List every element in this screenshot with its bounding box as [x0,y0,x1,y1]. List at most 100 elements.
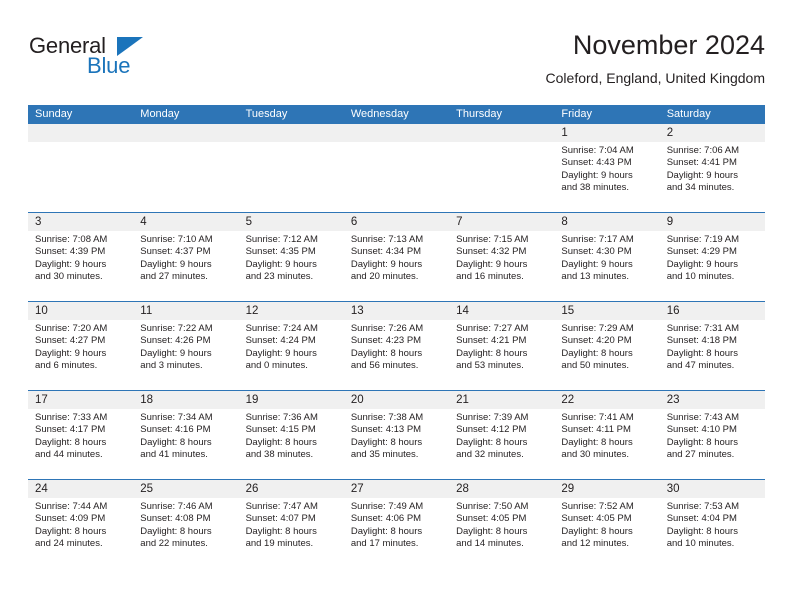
day-cell[interactable]: 30 Sunrise: 7:53 AM Sunset: 4:04 PM Dayligh… [659,480,765,568]
day-cell[interactable]: 17 Sunrise: 7:33 AM Sunset: 4:17 PM Dayligh… [28,391,134,479]
day-cell[interactable]: 7 Sunrise: 7:15 AM Sunset: 4:32 PM Daylight… [449,213,555,301]
daylight-text-line1: Daylight: 8 hours [35,525,107,537]
day-number: 7 [449,213,555,231]
day-cell[interactable]: 16 Sunrise: 7:31 AM Sunset: 4:18 PM Dayligh… [659,302,765,390]
daylight-text-line2: and 34 minutes. [666,182,735,194]
daylight-text-line2: and 19 minutes. [245,538,314,550]
day-cell[interactable]: 5 Sunrise: 7:12 AM Sunset: 4:35 PM Daylight… [238,213,344,301]
day-details: Sunrise: 7:46 AM Sunset: 4:08 PM Daylight:… [133,498,238,551]
day-cell[interactable]: 21 Sunrise: 7:39 AM Sunset: 4:12 PM Dayligh… [449,391,555,479]
day-details: Sunrise: 7:52 AM Sunset: 4:05 PM Daylight:… [554,498,659,551]
day-cell[interactable]: 20 Sunrise: 7:38 AM Sunset: 4:13 PM Dayligh… [343,391,450,479]
logo-text-blue: Blue [87,53,131,78]
day-details: Sunrise: 7:36 AM Sunset: 4:15 PM Daylight:… [239,409,344,462]
day-cell[interactable]: 23 Sunrise: 7:43 AM Sunset: 4:10 PM Dayligh… [659,391,765,479]
daylight-text-line1: Daylight: 9 hours [140,347,212,359]
day-details: Sunrise: 7:10 AM Sunset: 4:37 PM Daylight:… [133,231,238,284]
day-cell[interactable]: 24 Sunrise: 7:44 AM Sunset: 4:09 PM Dayligh… [28,480,134,568]
day-details: Sunrise: 7:41 AM Sunset: 4:11 PM Daylight:… [554,409,659,462]
day-cell[interactable]: 19 Sunrise: 7:36 AM Sunset: 4:15 PM Dayligh… [238,391,344,479]
day-details [239,142,344,145]
sunset-text: Sunset: 4:07 PM [245,513,316,525]
sunset-text: Sunset: 4:41 PM [666,157,737,169]
day-number: 19 [238,391,344,409]
title-block: November 2024 Coleford, England, United … [546,28,765,89]
day-details: Sunrise: 7:38 AM Sunset: 4:13 PM Daylight:… [344,409,449,462]
daylight-text-line2: and 41 minutes. [140,449,208,461]
general-blue-logo[interactable]: General Blue [28,33,258,89]
daylight-text-line2: and 10 minutes. [666,271,735,283]
sunrise-text: Sunrise: 7:34 AM [140,412,213,423]
sunrise-text: Sunrise: 7:13 AM [350,234,424,245]
day-cell[interactable]: 18 Sunrise: 7:34 AM Sunset: 4:16 PM Dayligh… [133,391,239,479]
day-cell[interactable]: 26 Sunrise: 7:47 AM Sunset: 4:07 PM Dayligh… [238,480,344,568]
daylight-text-line1: Daylight: 9 hours [350,258,423,270]
day-cell[interactable]: 1 Sunrise: 7:04 AM Sunset: 4:43 PM Daylight… [554,124,660,212]
day-number: 18 [133,391,239,409]
day-cell[interactable]: 2 Sunrise: 7:06 AM Sunset: 4:41 PM Daylight… [659,124,765,212]
day-details: Sunrise: 7:15 AM Sunset: 4:32 PM Daylight:… [449,231,554,284]
daylight-text-line2: and 50 minutes. [561,360,630,372]
day-cell[interactable]: 3 Sunrise: 7:08 AM Sunset: 4:39 PM Daylight… [28,213,134,301]
day-cell[interactable]: 13 Sunrise: 7:26 AM Sunset: 4:23 PM Dayligh… [343,302,450,390]
day-cell[interactable]: 4 Sunrise: 7:10 AM Sunset: 4:37 PM Daylight… [133,213,239,301]
day-cell[interactable]: 12 Sunrise: 7:24 AM Sunset: 4:24 PM Dayligh… [238,302,344,390]
day-number: 12 [238,302,344,320]
day-details: Sunrise: 7:22 AM Sunset: 4:26 PM Daylight:… [133,320,238,373]
day-number: 10 [28,302,134,320]
day-number: 30 [659,480,765,498]
sunset-text: Sunset: 4:32 PM [456,246,527,258]
day-cell[interactable]: 22 Sunrise: 7:41 AM Sunset: 4:11 PM Dayligh… [554,391,660,479]
day-number: 8 [554,213,660,231]
day-details: Sunrise: 7:12 AM Sunset: 4:35 PM Daylight:… [239,231,344,284]
daylight-text-line2: and 13 minutes. [561,271,630,283]
day-cell[interactable]: 8 Sunrise: 7:17 AM Sunset: 4:30 PM Daylight… [554,213,660,301]
sunrise-text: Sunrise: 7:41 AM [561,412,634,423]
day-cell[interactable]: 25 Sunrise: 7:46 AM Sunset: 4:08 PM Dayligh… [133,480,239,568]
sunset-text: Sunset: 4:13 PM [350,424,422,436]
day-cell[interactable] [449,124,555,212]
sunset-text: Sunset: 4:37 PM [140,246,211,258]
day-cell[interactable]: 14 Sunrise: 7:27 AM Sunset: 4:21 PM Dayligh… [449,302,555,390]
day-cell[interactable] [238,124,344,212]
day-cell[interactable]: 6 Sunrise: 7:13 AM Sunset: 4:34 PM Daylight… [343,213,450,301]
daylight-text-line2: and 10 minutes. [666,538,735,550]
day-cell[interactable]: 11 Sunrise: 7:22 AM Sunset: 4:26 PM Dayligh… [133,302,239,390]
daylight-text-line1: Daylight: 9 hours [245,258,317,270]
day-cell[interactable]: 28 Sunrise: 7:50 AM Sunset: 4:05 PM Dayligh… [449,480,555,568]
day-number: 21 [449,391,555,409]
sunset-text: Sunset: 4:10 PM [666,424,737,436]
daylight-text-line1: Daylight: 9 hours [245,347,317,359]
day-cell[interactable] [28,124,134,212]
day-cell[interactable] [343,124,450,212]
day-cell[interactable]: 9 Sunrise: 7:19 AM Sunset: 4:29 PM Daylight… [659,213,765,301]
daylight-text-line1: Daylight: 8 hours [456,436,528,448]
sunset-text: Sunset: 4:11 PM [561,424,631,436]
day-details [344,142,449,145]
dow-sunday: Sunday [35,108,73,120]
sunset-text: Sunset: 4:30 PM [561,246,632,258]
calendar-grid: Sunday Monday Tuesday Wednesday Thursday… [28,105,765,568]
day-cell[interactable]: 27 Sunrise: 7:49 AM Sunset: 4:06 PM Dayligh… [343,480,450,568]
sunrise-text: Sunrise: 7:12 AM [245,234,318,245]
sunrise-text: Sunrise: 7:53 AM [666,501,740,512]
sunset-text: Sunset: 4:09 PM [35,513,106,525]
day-cell[interactable]: 15 Sunrise: 7:29 AM Sunset: 4:20 PM Dayligh… [554,302,660,390]
day-details: Sunrise: 7:26 AM Sunset: 4:23 PM Daylight:… [344,320,449,373]
day-details: Sunrise: 7:06 AM Sunset: 4:41 PM Daylight:… [660,142,765,195]
day-cell[interactable]: 29 Sunrise: 7:52 AM Sunset: 4:05 PM Dayligh… [554,480,660,568]
day-cell[interactable] [133,124,239,212]
day-number: 20 [343,391,450,409]
daylight-text-line1: Daylight: 9 hours [666,169,738,181]
sunset-text: Sunset: 4:16 PM [140,424,211,436]
daylight-text-line1: Daylight: 8 hours [666,436,738,448]
sunrise-text: Sunrise: 7:22 AM [140,323,213,334]
daylight-text-line1: Daylight: 9 hours [561,258,633,270]
sunrise-text: Sunrise: 7:36 AM [245,412,318,423]
sunrise-text: Sunrise: 7:10 AM [140,234,213,245]
day-details [28,142,133,145]
day-cell[interactable]: 10 Sunrise: 7:20 AM Sunset: 4:27 PM Dayligh… [28,302,134,390]
sunrise-text: Sunrise: 7:04 AM [561,145,634,156]
sunset-text: Sunset: 4:17 PM [35,424,106,436]
day-details: Sunrise: 7:44 AM Sunset: 4:09 PM Daylight:… [28,498,133,551]
